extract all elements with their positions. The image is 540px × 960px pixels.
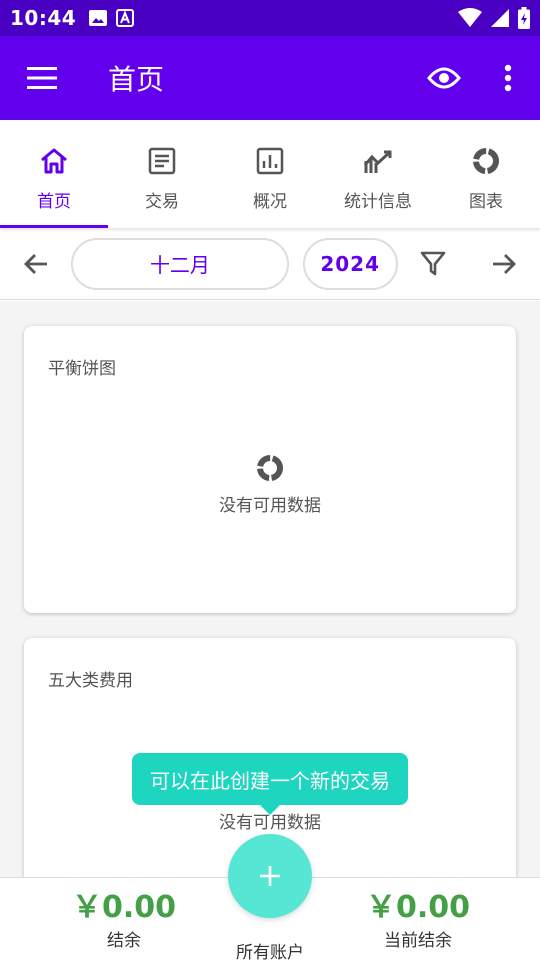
balance-pie-card: 平衡饼图 没有可用数据 — [24, 326, 516, 613]
battery-icon — [518, 7, 530, 29]
tab-label: 首页 — [37, 191, 71, 212]
month-selector[interactable]: 十二月 — [71, 237, 289, 290]
home-icon — [41, 148, 67, 173]
pie-chart-icon — [257, 455, 283, 481]
balance-amount: ￥0.00 — [71, 890, 177, 925]
tab-label: 交易 — [145, 191, 179, 212]
tab-label: 概况 — [253, 191, 287, 212]
menu-button[interactable] — [0, 36, 84, 120]
tab-label: 统计信息 — [344, 191, 412, 212]
text-notification-icon — [116, 9, 135, 27]
filter-button[interactable] — [398, 228, 469, 300]
filter-icon — [420, 251, 446, 275]
overview-icon — [256, 147, 284, 174]
more-vert-icon — [504, 64, 512, 92]
arrow-back-icon — [23, 253, 47, 274]
account-selector[interactable]: 所有账户 — [0, 938, 540, 960]
card-title: 平衡饼图 — [48, 359, 116, 379]
previous-period-button[interactable] — [0, 228, 71, 300]
transactions-icon — [148, 147, 176, 174]
status-bar: 10:44 — [0, 0, 540, 36]
signal-icon — [491, 9, 509, 27]
year-selector[interactable]: 2024 — [302, 237, 398, 290]
arrow-forward-icon — [493, 253, 517, 274]
next-period-button[interactable] — [469, 228, 540, 300]
image-notification-icon — [89, 10, 108, 26]
date-filter-bar: 十二月 2024 — [0, 228, 540, 300]
app-bar: 首页 — [0, 36, 540, 120]
no-data-text: 没有可用数据 — [219, 496, 321, 516]
tab-statistics[interactable]: 统计信息 — [324, 120, 432, 228]
eye-icon — [427, 67, 461, 89]
more-options-button[interactable] — [476, 36, 540, 120]
create-transaction-tooltip: 可以在此创建一个新的交易 — [132, 753, 408, 815]
tab-transactions[interactable]: 交易 — [108, 120, 216, 228]
statistics-icon — [363, 150, 392, 173]
tab-label: 图表 — [469, 191, 503, 212]
menu-icon — [27, 67, 57, 89]
status-time: 10:44 — [10, 6, 77, 30]
tab-bar: 首页 交易 概况 统计信息 图表 — [0, 120, 540, 228]
visibility-button[interactable] — [412, 36, 476, 120]
wifi-icon — [458, 8, 482, 27]
card-title: 五大类费用 — [48, 671, 133, 691]
empty-state: 没有可用数据 — [24, 453, 516, 516]
page-title: 首页 — [108, 63, 165, 96]
plus-icon — [260, 866, 280, 886]
tab-home[interactable]: 首页 — [0, 120, 108, 228]
add-transaction-button[interactable] — [228, 834, 312, 918]
tab-chart[interactable]: 图表 — [432, 120, 540, 228]
current-balance-amount: ￥0.00 — [365, 890, 471, 925]
tab-overview[interactable]: 概况 — [216, 120, 324, 228]
chart-icon — [473, 147, 499, 174]
